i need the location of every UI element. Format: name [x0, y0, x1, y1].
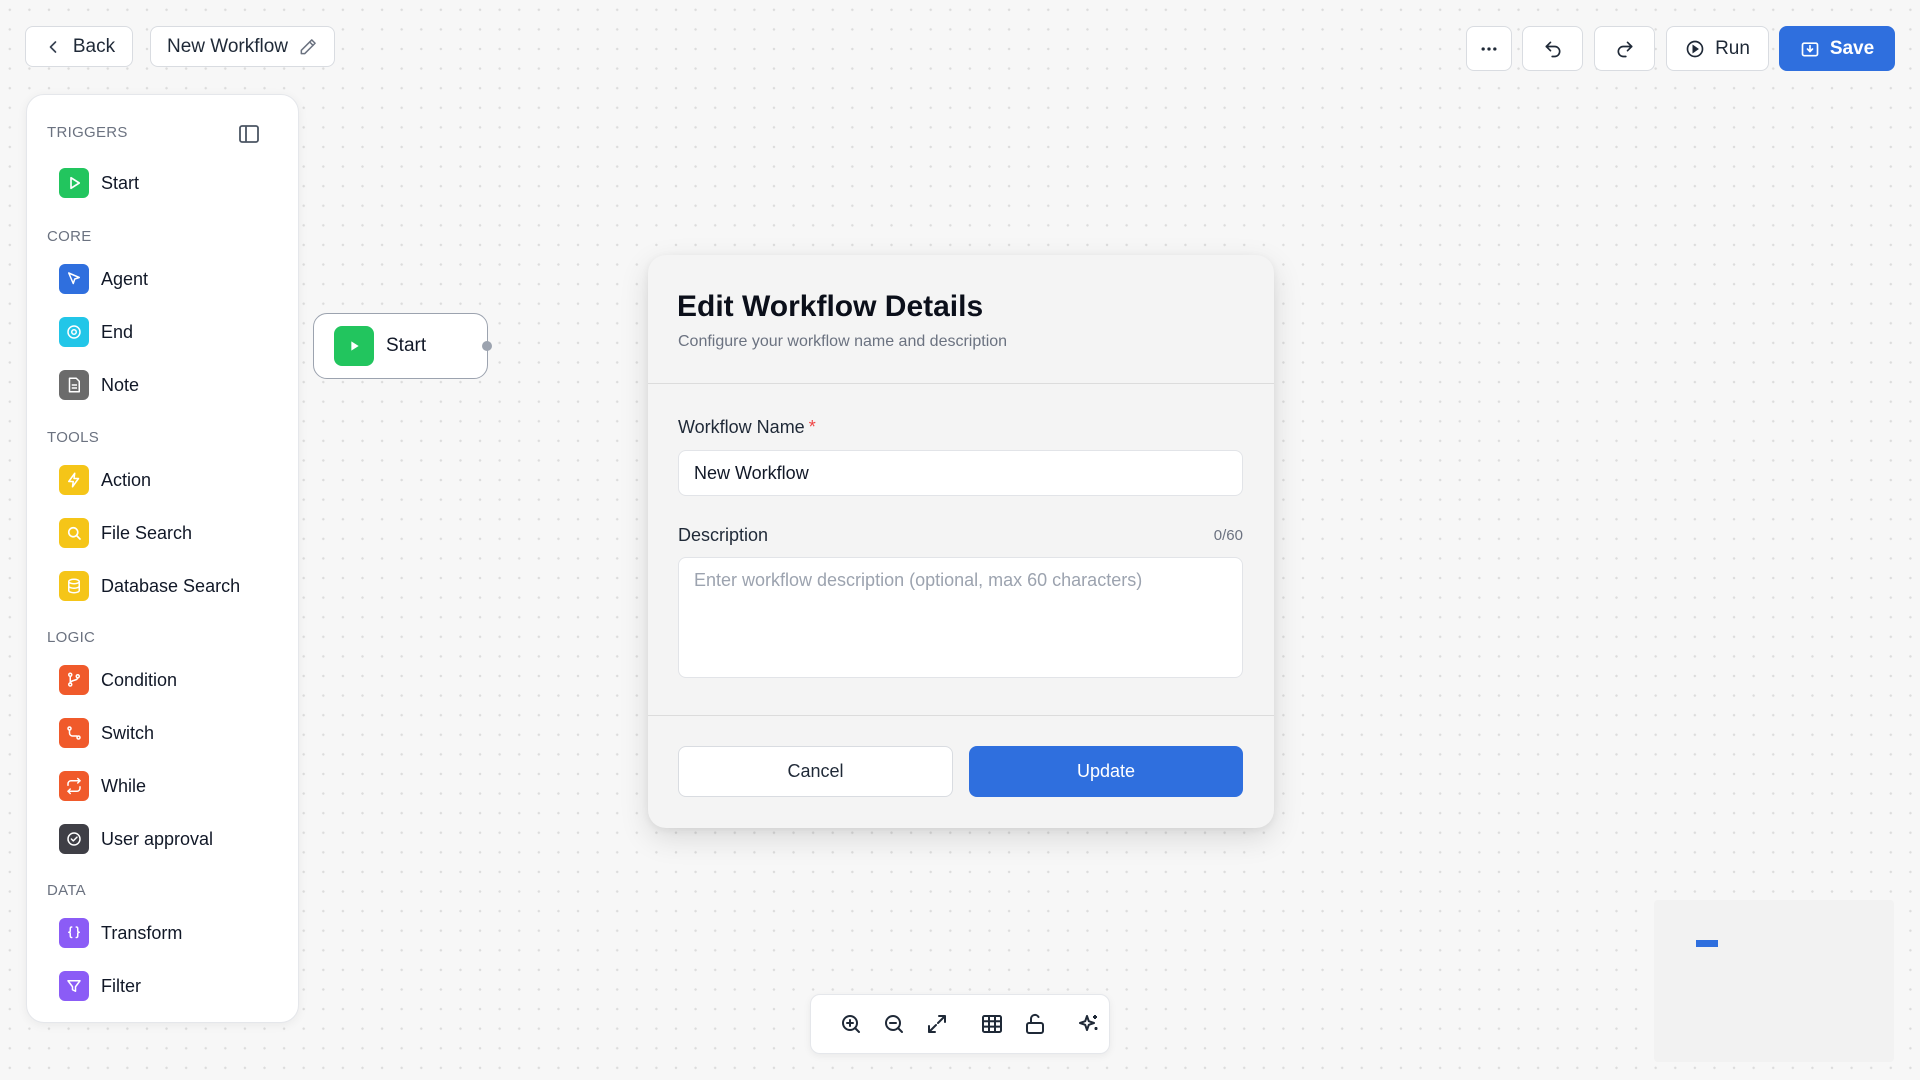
redo-button[interactable] — [1594, 26, 1655, 71]
required-mark: * — [808, 417, 816, 437]
play-circle-icon — [1685, 39, 1705, 59]
target-icon — [59, 317, 89, 347]
sidebar-item-agent[interactable]: Agent — [59, 261, 148, 297]
bolt-icon — [59, 465, 89, 495]
sidebar-item-switch[interactable]: Switch — [59, 715, 154, 751]
sidebar-item-transform[interactable]: Transform — [59, 915, 182, 951]
section-title-tools: TOOLS — [47, 429, 100, 446]
sidebar-item-label: Transform — [101, 922, 183, 943]
divider — [648, 715, 1274, 716]
sidebar-item-filter[interactable]: Filter — [59, 968, 141, 1004]
sidebar-item-label: File Search — [101, 522, 193, 543]
funnel-icon — [59, 971, 89, 1001]
section-title-data: DATA — [47, 882, 86, 899]
save-icon — [1800, 39, 1820, 59]
redo-icon — [1615, 39, 1635, 59]
save-button[interactable]: Save — [1779, 26, 1895, 71]
undo-button[interactable] — [1522, 26, 1583, 71]
minimap[interactable] — [1654, 900, 1894, 1062]
sidebar-item-while[interactable]: While — [59, 768, 146, 804]
undo-icon — [1543, 39, 1563, 59]
sidebar-item-label: Agent — [101, 268, 149, 289]
braces-icon — [59, 918, 89, 948]
zoom-out-icon[interactable] — [882, 1012, 906, 1036]
workflow-name-label: Workflow Name * — [678, 417, 816, 438]
save-label: Save — [1829, 37, 1875, 59]
sidebar-item-label: Filter — [101, 975, 141, 996]
check-circle-icon — [59, 824, 89, 854]
grid-icon[interactable] — [980, 1012, 1004, 1036]
route-icon — [59, 718, 89, 748]
sidebar-item-label: End — [101, 321, 134, 342]
run-button[interactable]: Run — [1666, 26, 1769, 71]
sidebar-item-label: User approval — [101, 828, 214, 849]
sidebar-item-file-search[interactable]: File Search — [59, 515, 192, 551]
pencil-icon — [298, 37, 318, 57]
sidebar-item-label: Action — [101, 469, 152, 490]
sidebar-item-label: Switch — [101, 722, 155, 743]
sidebar-item-action[interactable]: Action — [59, 462, 151, 498]
sidebar-item-end[interactable]: End — [59, 314, 133, 350]
divider — [648, 383, 1274, 384]
sidebar-item-condition[interactable]: Condition — [59, 662, 177, 698]
sidebar-item-label: Start — [101, 172, 140, 193]
sidebar-item-note[interactable]: Note — [59, 367, 139, 403]
workflow-title-button[interactable]: New Workflow — [150, 26, 335, 67]
sidebar-item-label: Note — [101, 374, 140, 395]
more-options-button[interactable] — [1466, 26, 1512, 71]
unlock-icon[interactable] — [1023, 1012, 1047, 1036]
description-textarea[interactable] — [678, 557, 1243, 678]
sidebar-item-label: While — [101, 775, 147, 796]
canvas-toolbar — [810, 994, 1110, 1054]
chevron-left-icon — [43, 37, 63, 57]
workflow-name-input[interactable] — [678, 450, 1243, 496]
cursor-icon — [59, 264, 89, 294]
collapse-sidebar-icon[interactable] — [237, 122, 261, 146]
dialog-title: Edit Workflow Details — [677, 290, 984, 323]
play-icon — [59, 168, 89, 198]
dialog-subtitle: Configure your workflow name and descrip… — [678, 333, 1008, 350]
run-label: Run — [1715, 37, 1750, 59]
edit-workflow-dialog: Edit Workflow Details Configure your wor… — [648, 255, 1274, 828]
sparkles-icon[interactable] — [1077, 1012, 1101, 1036]
sidebar-item-user-approval[interactable]: User approval — [59, 821, 213, 857]
cancel-button[interactable]: Cancel — [678, 746, 953, 797]
section-title-logic: LOGIC — [47, 629, 96, 646]
section-title-triggers: TRIGGERS — [47, 124, 128, 141]
sidebar-item-start[interactable]: Start — [59, 165, 139, 201]
ellipsis-icon — [1479, 39, 1499, 59]
back-button[interactable]: Back — [25, 26, 133, 67]
sidebar-item-label: Database Search — [101, 575, 241, 596]
fit-view-icon[interactable] — [925, 1012, 949, 1036]
start-node-label: Start — [386, 335, 427, 356]
update-button[interactable]: Update — [969, 746, 1243, 797]
repeat-icon — [59, 771, 89, 801]
workflow-name-label-text: Workflow Name — [678, 417, 805, 437]
back-label: Back — [72, 35, 116, 57]
database-icon — [59, 571, 89, 601]
description-char-count: 0/60 — [1213, 527, 1243, 544]
node-output-handle[interactable] — [482, 341, 492, 351]
sidebar-item-database-search[interactable]: Database Search — [59, 568, 240, 604]
zoom-in-icon[interactable] — [839, 1012, 863, 1036]
section-title-core: CORE — [47, 228, 92, 245]
workflow-title: New Workflow — [166, 35, 289, 57]
description-label: Description — [678, 525, 769, 545]
search-icon — [59, 518, 89, 548]
branch-icon — [59, 665, 89, 695]
document-icon — [59, 370, 89, 400]
sidebar-item-label: Condition — [101, 669, 178, 690]
node-palette-sidebar: TRIGGERS Start CORE Agent End Note TOOLS… — [26, 94, 299, 1023]
canvas-start-node[interactable]: Start — [313, 313, 488, 379]
play-icon — [334, 326, 374, 366]
minimap-node — [1696, 940, 1718, 947]
